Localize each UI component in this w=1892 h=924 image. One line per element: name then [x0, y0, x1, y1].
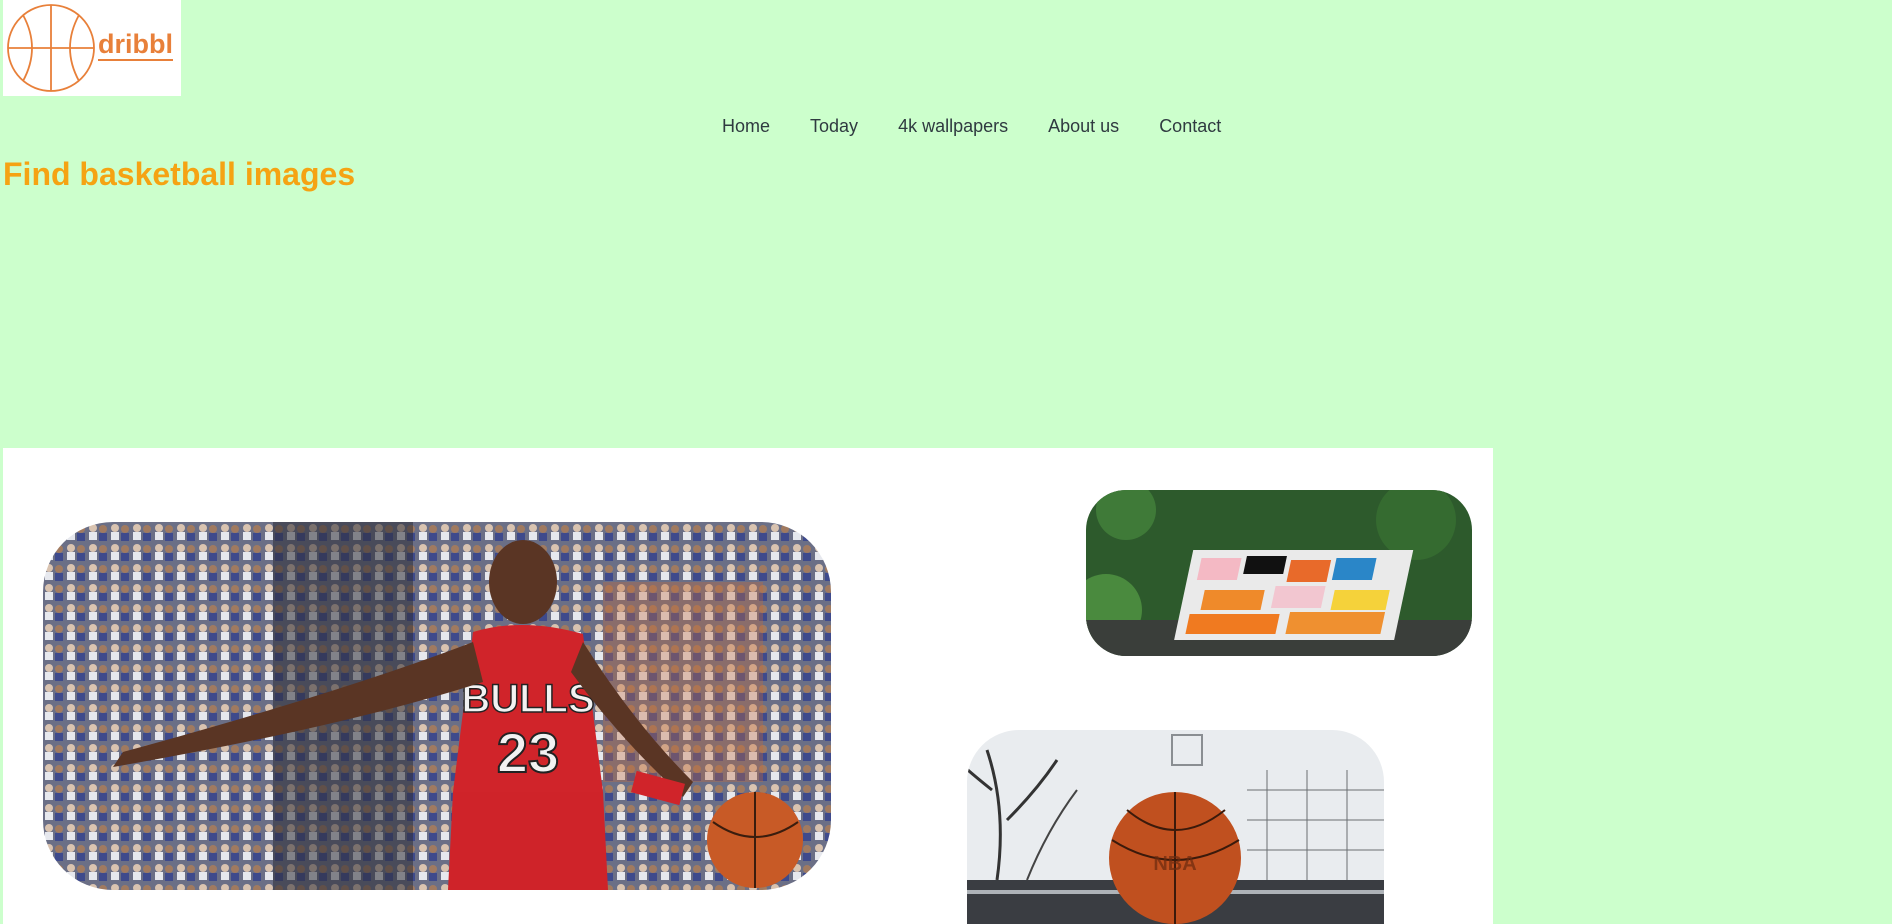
svg-text:23: 23	[497, 721, 559, 784]
nav-today[interactable]: Today	[810, 114, 858, 138]
svg-text:NBA: NBA	[1153, 853, 1196, 875]
image-gallery: BULLS 23 NBA	[3, 448, 1493, 924]
site-logo[interactable]: dribbl	[3, 0, 181, 96]
nav-home[interactable]: Home	[722, 114, 770, 138]
gallery-image-ball[interactable]: NBA	[967, 730, 1384, 924]
gallery-image-court[interactable]	[1086, 490, 1472, 656]
basketball-icon	[7, 4, 95, 92]
logo-text: dribbl	[98, 29, 173, 61]
nav-about-us[interactable]: About us	[1048, 114, 1119, 138]
page-title: Find basketball images	[3, 156, 356, 192]
nav-4k-wallpapers[interactable]: 4k wallpapers	[898, 114, 1008, 138]
gallery-image-player[interactable]: BULLS 23	[43, 522, 831, 890]
svg-text:BULLS: BULLS	[461, 677, 594, 721]
nav-contact[interactable]: Contact	[1159, 114, 1221, 138]
